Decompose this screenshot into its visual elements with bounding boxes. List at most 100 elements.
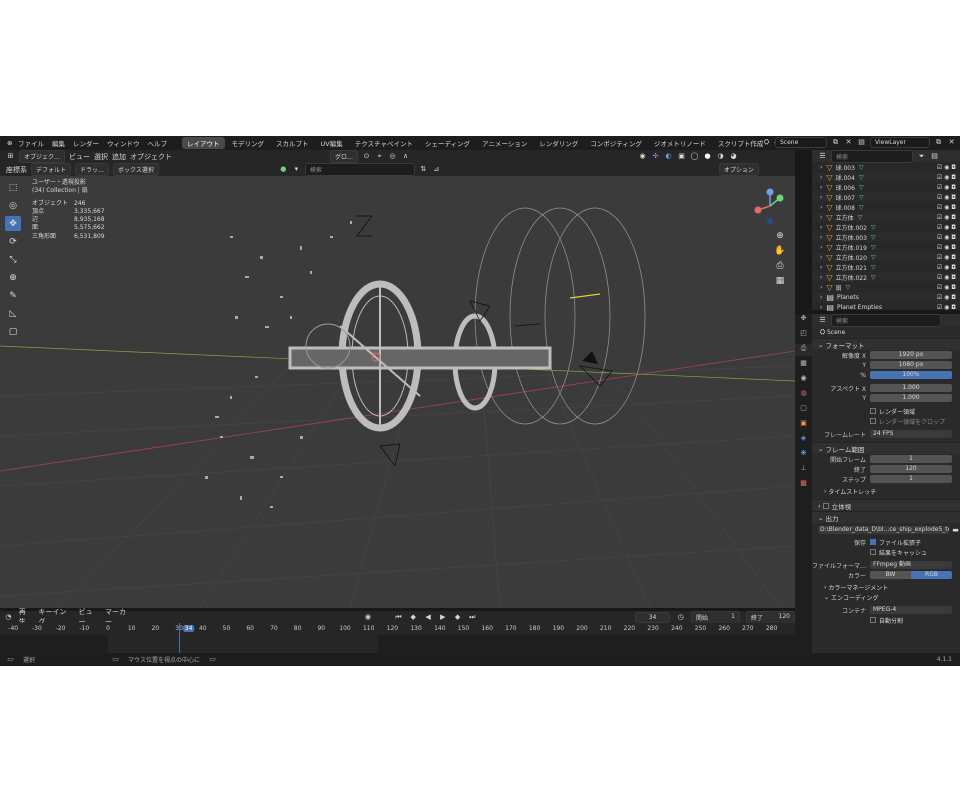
outliner-row[interactable]: › ▽ 球.003 ▽ ☑ ◉ ◘: [812, 162, 960, 172]
render-tab-icon[interactable]: ◰: [795, 329, 812, 341]
timeline-tracks[interactable]: [0, 623, 795, 653]
render-region-checkbox[interactable]: [870, 408, 876, 414]
grid-view-icon[interactable]: ▦: [772, 273, 788, 288]
outliner-row[interactable]: › ▽ 扇 ▽ ☑ ◉ ◘: [812, 282, 960, 292]
add-cube-icon[interactable]: ▢: [5, 324, 21, 339]
visibility-toggle-icon[interactable]: ☑ ◉ ◘: [937, 174, 956, 181]
delete-view-layer-icon[interactable]: ✕: [947, 138, 956, 147]
tab-uv-editing[interactable]: UV編集: [316, 137, 348, 149]
visibility-toggle-icon[interactable]: ☑ ◉ ◘: [937, 244, 956, 251]
play-icon[interactable]: ▶: [438, 613, 447, 622]
expand-arrow-icon[interactable]: ›: [820, 274, 822, 281]
scene-field[interactable]: Scene: [775, 137, 827, 148]
outliner-row[interactable]: › ▽ 球.008 ▽ ☑ ◉ ◘: [812, 202, 960, 212]
frame-ruler[interactable]: -40-30-20-100102030344050607080901001101…: [0, 623, 795, 635]
expand-arrow-icon[interactable]: ›: [820, 234, 822, 241]
pivot-icon[interactable]: ⊙: [362, 152, 371, 161]
coordinate-dropdown[interactable]: デフォルト: [31, 163, 72, 176]
texture-tab-icon[interactable]: ▩: [795, 479, 812, 491]
outliner-row[interactable]: › ▽ 立方体.022 ▽ ☑ ◉ ◘: [812, 272, 960, 282]
color-rgb-button[interactable]: RGB: [911, 570, 952, 580]
expand-arrow-icon[interactable]: ›: [820, 244, 822, 251]
sort-icon[interactable]: ⇅: [419, 165, 428, 174]
menu-add[interactable]: 追加: [112, 152, 126, 162]
visibility-toggle-icon[interactable]: ☑ ◉ ◘: [937, 264, 956, 271]
view-layer-tab-icon[interactable]: ▦: [795, 359, 812, 371]
annotate-icon[interactable]: ✎: [5, 288, 21, 303]
color-ball-icon[interactable]: ●: [279, 165, 288, 174]
drag-dropdown[interactable]: ドラッ…: [75, 163, 110, 176]
menu-help[interactable]: ヘルプ: [145, 138, 171, 148]
tab-layout[interactable]: レイアウト: [182, 137, 225, 149]
tab-geometry-nodes[interactable]: ジオメトリノード: [649, 137, 711, 149]
resolution-percent-field[interactable]: 100%: [870, 370, 952, 380]
outliner-row[interactable]: › ▤ Planets ☑ ◉ ◘: [812, 292, 960, 302]
frame-rate-dropdown[interactable]: 24 FPS: [870, 429, 952, 439]
frame-range-panel-header[interactable]: ⌄ フレーム範囲: [812, 442, 960, 454]
expand-arrow-icon[interactable]: ›: [820, 164, 822, 171]
visibility-toggle-icon[interactable]: ☑ ◉ ◘: [937, 284, 956, 291]
stereoscopy-checkbox[interactable]: [822, 502, 829, 509]
format-panel-header[interactable]: ⌄ フォーマット: [812, 338, 960, 350]
outliner-row[interactable]: › ▽ 球.004 ▽ ☑ ◉ ◘: [812, 172, 960, 182]
new-view-layer-icon[interactable]: ⧉: [934, 138, 943, 147]
modifier-tab-icon[interactable]: ◈: [795, 434, 812, 446]
visibility-toggle-icon[interactable]: ☑ ◉ ◘: [937, 164, 956, 171]
outliner-editor-icon[interactable]: ☰: [818, 152, 827, 161]
camera-view-icon[interactable]: ⎙: [772, 258, 788, 273]
folder-icon[interactable]: ▬: [951, 526, 960, 535]
tab-compositing[interactable]: コンポジティング: [585, 137, 647, 149]
tab-texture-paint[interactable]: テクスチャペイント: [350, 137, 418, 149]
view-layer-field[interactable]: ViewLayer: [870, 137, 930, 148]
resolution-x-field[interactable]: 1920 px: [870, 350, 952, 360]
physics-tab-icon[interactable]: ⊥: [795, 464, 812, 476]
pin-icon[interactable]: ⊿: [432, 165, 441, 174]
visibility-toggle-icon[interactable]: ☑ ◉ ◘: [937, 214, 956, 221]
shading-material-icon[interactable]: ◑: [716, 152, 725, 161]
record-icon[interactable]: ◉: [364, 613, 373, 622]
select-cursor-icon[interactable]: ⬚: [5, 180, 21, 195]
transform-icon[interactable]: ⊕: [5, 270, 21, 285]
tab-rendering[interactable]: レンダリング: [534, 137, 583, 149]
transform-orientation-dropdown[interactable]: グロ…: [330, 150, 359, 163]
visibility-toggle-icon[interactable]: ☑ ◉ ◘: [937, 184, 956, 191]
menu-window[interactable]: ウィンドウ: [104, 138, 143, 148]
jump-start-icon[interactable]: ⏮: [394, 613, 403, 622]
proportional-edit-icon[interactable]: ◎: [388, 152, 397, 161]
aspect-x-field[interactable]: 1.000: [870, 383, 952, 393]
zoom-icon[interactable]: ⊕: [772, 228, 788, 243]
hand-pan-icon[interactable]: ✋: [772, 243, 788, 258]
visibility-toggle-icon[interactable]: ☑ ◉ ◘: [937, 254, 956, 261]
properties-search-input[interactable]: 検索: [831, 314, 941, 327]
playhead[interactable]: [179, 623, 180, 653]
expand-arrow-icon[interactable]: ›: [820, 204, 822, 211]
shading-wireframe-icon[interactable]: ◯: [690, 152, 699, 161]
box-select-dropdown[interactable]: ボックス選択: [113, 163, 159, 176]
stereoscopy-panel-header[interactable]: › 立体視: [812, 499, 960, 511]
rotate-icon[interactable]: ⟳: [5, 234, 21, 249]
blender-logo-icon[interactable]: ⊛: [4, 139, 13, 148]
color-management-subpanel[interactable]: › カラーマネージメント: [812, 582, 960, 592]
expand-arrow-icon[interactable]: ›: [820, 174, 822, 181]
tab-animation[interactable]: アニメーション: [477, 137, 532, 149]
new-collection-icon[interactable]: ▤: [930, 152, 939, 161]
delete-scene-icon[interactable]: ✕: [844, 138, 853, 147]
aspect-y-field[interactable]: 1.000: [870, 393, 952, 403]
start-frame-field[interactable]: 開始 1: [690, 610, 740, 624]
menu-select[interactable]: 選択: [94, 152, 108, 162]
expand-arrow-icon[interactable]: ›: [820, 184, 822, 191]
visibility-toggle-icon[interactable]: ☑ ◉ ◘: [937, 224, 956, 231]
xray-icon[interactable]: ▣: [677, 152, 686, 161]
outliner-row[interactable]: › ▽ 立方体 ▽ ☑ ◉ ◘: [812, 212, 960, 222]
filter-icon[interactable]: ▾: [292, 165, 301, 174]
outliner-row[interactable]: › ▤ Planet Empties ☑ ◉ ◘: [812, 302, 960, 312]
outliner-row[interactable]: › ▽ 球.006 ▽ ☑ ◉ ◘: [812, 182, 960, 192]
scene-tab-icon[interactable]: ◉: [795, 374, 812, 386]
menu-edit[interactable]: 編集: [49, 138, 68, 148]
menu-view[interactable]: ビュー: [69, 152, 90, 162]
clock-icon[interactable]: ◷: [676, 613, 685, 622]
resolution-y-field[interactable]: 1080 px: [870, 360, 952, 370]
cache-result-checkbox[interactable]: [870, 549, 876, 555]
tool-tab-icon[interactable]: ✥: [795, 314, 812, 326]
container-dropdown[interactable]: MPEG-4: [870, 605, 952, 615]
